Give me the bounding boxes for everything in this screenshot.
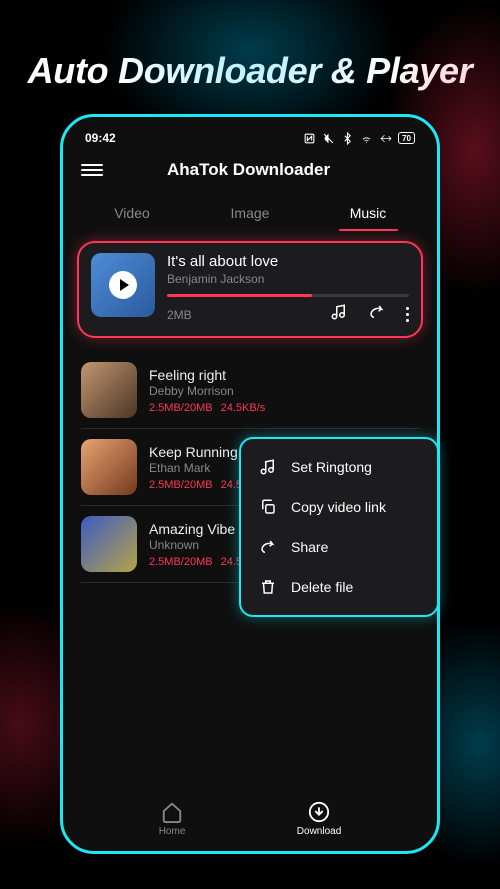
list-thumbnail — [81, 516, 137, 572]
tabs: Video Image Music — [63, 187, 437, 231]
share-icon — [259, 538, 277, 556]
tab-music[interactable]: Music — [309, 197, 427, 231]
phone-frame: 09:42 70 AhaTok Downloader Video Image M… — [60, 114, 440, 854]
progress-bar[interactable] — [167, 294, 409, 297]
home-icon — [161, 801, 183, 823]
wifi-icon — [360, 132, 373, 145]
ringtone-icon[interactable] — [330, 303, 348, 326]
airplane-icon — [379, 132, 392, 145]
menu-share[interactable]: Share — [241, 527, 437, 567]
menu-delete[interactable]: Delete file — [241, 567, 437, 607]
hero-title: Auto Downloader & Player — [0, 0, 500, 114]
nfc-icon — [303, 132, 316, 145]
tab-image[interactable]: Image — [191, 197, 309, 231]
bottom-nav: Home Download — [63, 793, 437, 841]
context-menu: Set Ringtong Copy video link Share Delet… — [239, 437, 439, 617]
ringtone-icon — [259, 458, 277, 476]
list-meta: 2.5MB/20MB24.5KB/s — [149, 402, 419, 414]
nav-label: Download — [297, 826, 341, 837]
menu-copy[interactable]: Copy video link — [241, 487, 437, 527]
list-item[interactable]: Feeling right Debby Morrison 2.5MB/20MB2… — [81, 352, 419, 429]
app-header: AhaTok Downloader — [63, 149, 437, 187]
copy-icon — [259, 498, 277, 516]
list-artist: Debby Morrison — [149, 384, 419, 398]
featured-size: 2MB — [167, 308, 192, 322]
tab-video[interactable]: Video — [73, 197, 191, 231]
menu-ringtone[interactable]: Set Ringtong — [241, 447, 437, 487]
trash-icon — [259, 578, 277, 596]
status-icons: 70 — [303, 132, 415, 145]
more-icon[interactable] — [406, 307, 410, 323]
share-icon[interactable] — [368, 303, 386, 326]
list-title: Feeling right — [149, 367, 419, 383]
bluetooth-icon — [341, 132, 354, 145]
menu-label: Share — [291, 539, 328, 555]
menu-label: Copy video link — [291, 499, 386, 515]
status-bar: 09:42 70 — [63, 125, 437, 149]
menu-icon[interactable] — [81, 159, 103, 181]
nav-label: Home — [159, 826, 186, 837]
featured-thumbnail[interactable] — [91, 253, 155, 317]
status-time: 09:42 — [85, 131, 116, 145]
app-title: AhaTok Downloader — [167, 160, 330, 180]
download-icon — [308, 801, 330, 823]
featured-track[interactable]: It's all about love Benjamin Jackson 2MB — [77, 241, 423, 338]
mute-icon — [322, 132, 335, 145]
menu-label: Delete file — [291, 579, 353, 595]
nav-home[interactable]: Home — [159, 801, 186, 837]
nav-download[interactable]: Download — [297, 801, 341, 837]
play-icon[interactable] — [109, 271, 137, 299]
list-thumbnail — [81, 362, 137, 418]
featured-artist: Benjamin Jackson — [167, 272, 409, 286]
featured-title: It's all about love — [167, 253, 409, 270]
menu-label: Set Ringtong — [291, 459, 372, 475]
battery-icon: 70 — [398, 132, 415, 144]
list-thumbnail — [81, 439, 137, 495]
